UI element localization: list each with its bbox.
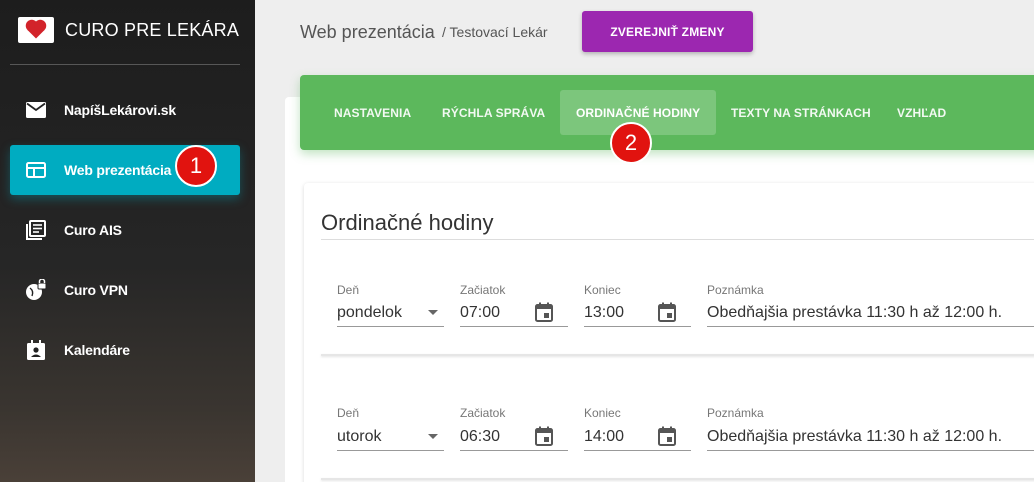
calendar-person-icon [25,339,47,361]
publish-changes-button[interactable]: ZVEREJNIŤ ZMENY [582,11,753,52]
start-label: Začiatok [460,406,506,420]
tab-texty-na-strankach[interactable]: TEXTY NA STRÁNKACH [715,90,887,135]
sidebar-item-curo-ais[interactable]: Curo AIS [10,205,240,255]
sidebar-item-napis-lekarovi[interactable]: NapíšLekárovi.sk [10,85,240,135]
library-books-icon [25,219,47,241]
end-time-value: 13:00 [584,303,625,321]
calendar-icon[interactable] [657,426,677,446]
row-divider [321,354,1034,356]
sidebar-item-label: Curo AIS [64,222,122,238]
start-time-input[interactable]: 06:30 [460,423,568,451]
mail-icon [25,99,47,121]
section-title: Ordinačné hodiny [321,210,494,235]
note-input[interactable]: Obedňajšia prestávka 11:30 h až 12:00 h. [707,423,1034,451]
row-divider [321,478,1034,480]
day-select[interactable]: utorok [337,423,444,451]
calendar-icon[interactable] [534,426,554,446]
end-label: Koniec [584,283,621,297]
sidebar-item-label: Web prezentácia [64,162,172,178]
calendar-icon[interactable] [534,302,554,322]
page-title: Web prezentácia [300,22,435,42]
end-time-value: 14:00 [584,427,625,445]
tab-rychla-sprava[interactable]: RÝCHLA SPRÁVA [426,90,561,135]
tab-nastavenia[interactable]: NASTAVENIA [318,90,427,135]
note-input[interactable]: Obedňajšia prestávka 11:30 h až 12:00 h. [707,299,1034,327]
note-label: Poznámka [707,406,764,420]
tab-bar: NASTAVENIA RÝCHLA SPRÁVA ORDINAČNÉ HODIN… [300,75,1034,150]
calendar-icon[interactable] [657,302,677,322]
web-icon [25,159,47,181]
breadcrumb: / Testovací Lekár [442,24,548,40]
note-value: Obedňajšia prestávka 11:30 h až 12:00 h. [707,303,1003,321]
sidebar-item-curo-vpn[interactable]: Curo VPN [10,265,240,315]
sidebar-item-kalendare[interactable]: Kalendáre [10,325,240,375]
sidebar-item-label: Curo VPN [64,282,128,298]
start-time-value: 06:30 [460,427,501,445]
day-value: utorok [337,427,382,445]
start-time-value: 07:00 [460,303,501,321]
brand[interactable]: CURO PRE LEKÁRA [18,12,239,48]
sidebar-divider [10,64,240,65]
start-time-input[interactable]: 07:00 [460,299,568,327]
day-label: Deň [337,283,360,297]
sidebar: CURO PRE LEKÁRA NapíšLekárovi.sk Web pre… [0,0,255,482]
dropdown-arrow-icon [428,434,438,439]
dropdown-arrow-icon [428,310,438,315]
sidebar-item-label: Kalendáre [64,342,130,358]
start-label: Začiatok [460,283,506,297]
day-select[interactable]: pondelok [337,299,444,327]
step-badge-2: 2 [610,122,652,164]
day-value: pondelok [337,303,402,321]
step-badge-1: 1 [175,145,217,187]
tab-vzhlad[interactable]: VZHĽAD [881,90,962,135]
note-value: Obedňajšia prestávka 11:30 h až 12:00 h. [707,427,1003,445]
end-label: Koniec [584,406,621,420]
vpn-lock-icon [25,279,47,301]
heart-logo-icon [18,17,54,43]
brand-title: CURO PRE LEKÁRA [65,19,240,40]
end-time-input[interactable]: 13:00 [584,299,691,327]
end-time-input[interactable]: 14:00 [584,423,691,451]
day-label: Deň [337,406,360,420]
section-divider [321,239,1034,240]
note-label: Poznámka [707,283,764,297]
sidebar-item-label: NapíšLekárovi.sk [64,102,176,118]
